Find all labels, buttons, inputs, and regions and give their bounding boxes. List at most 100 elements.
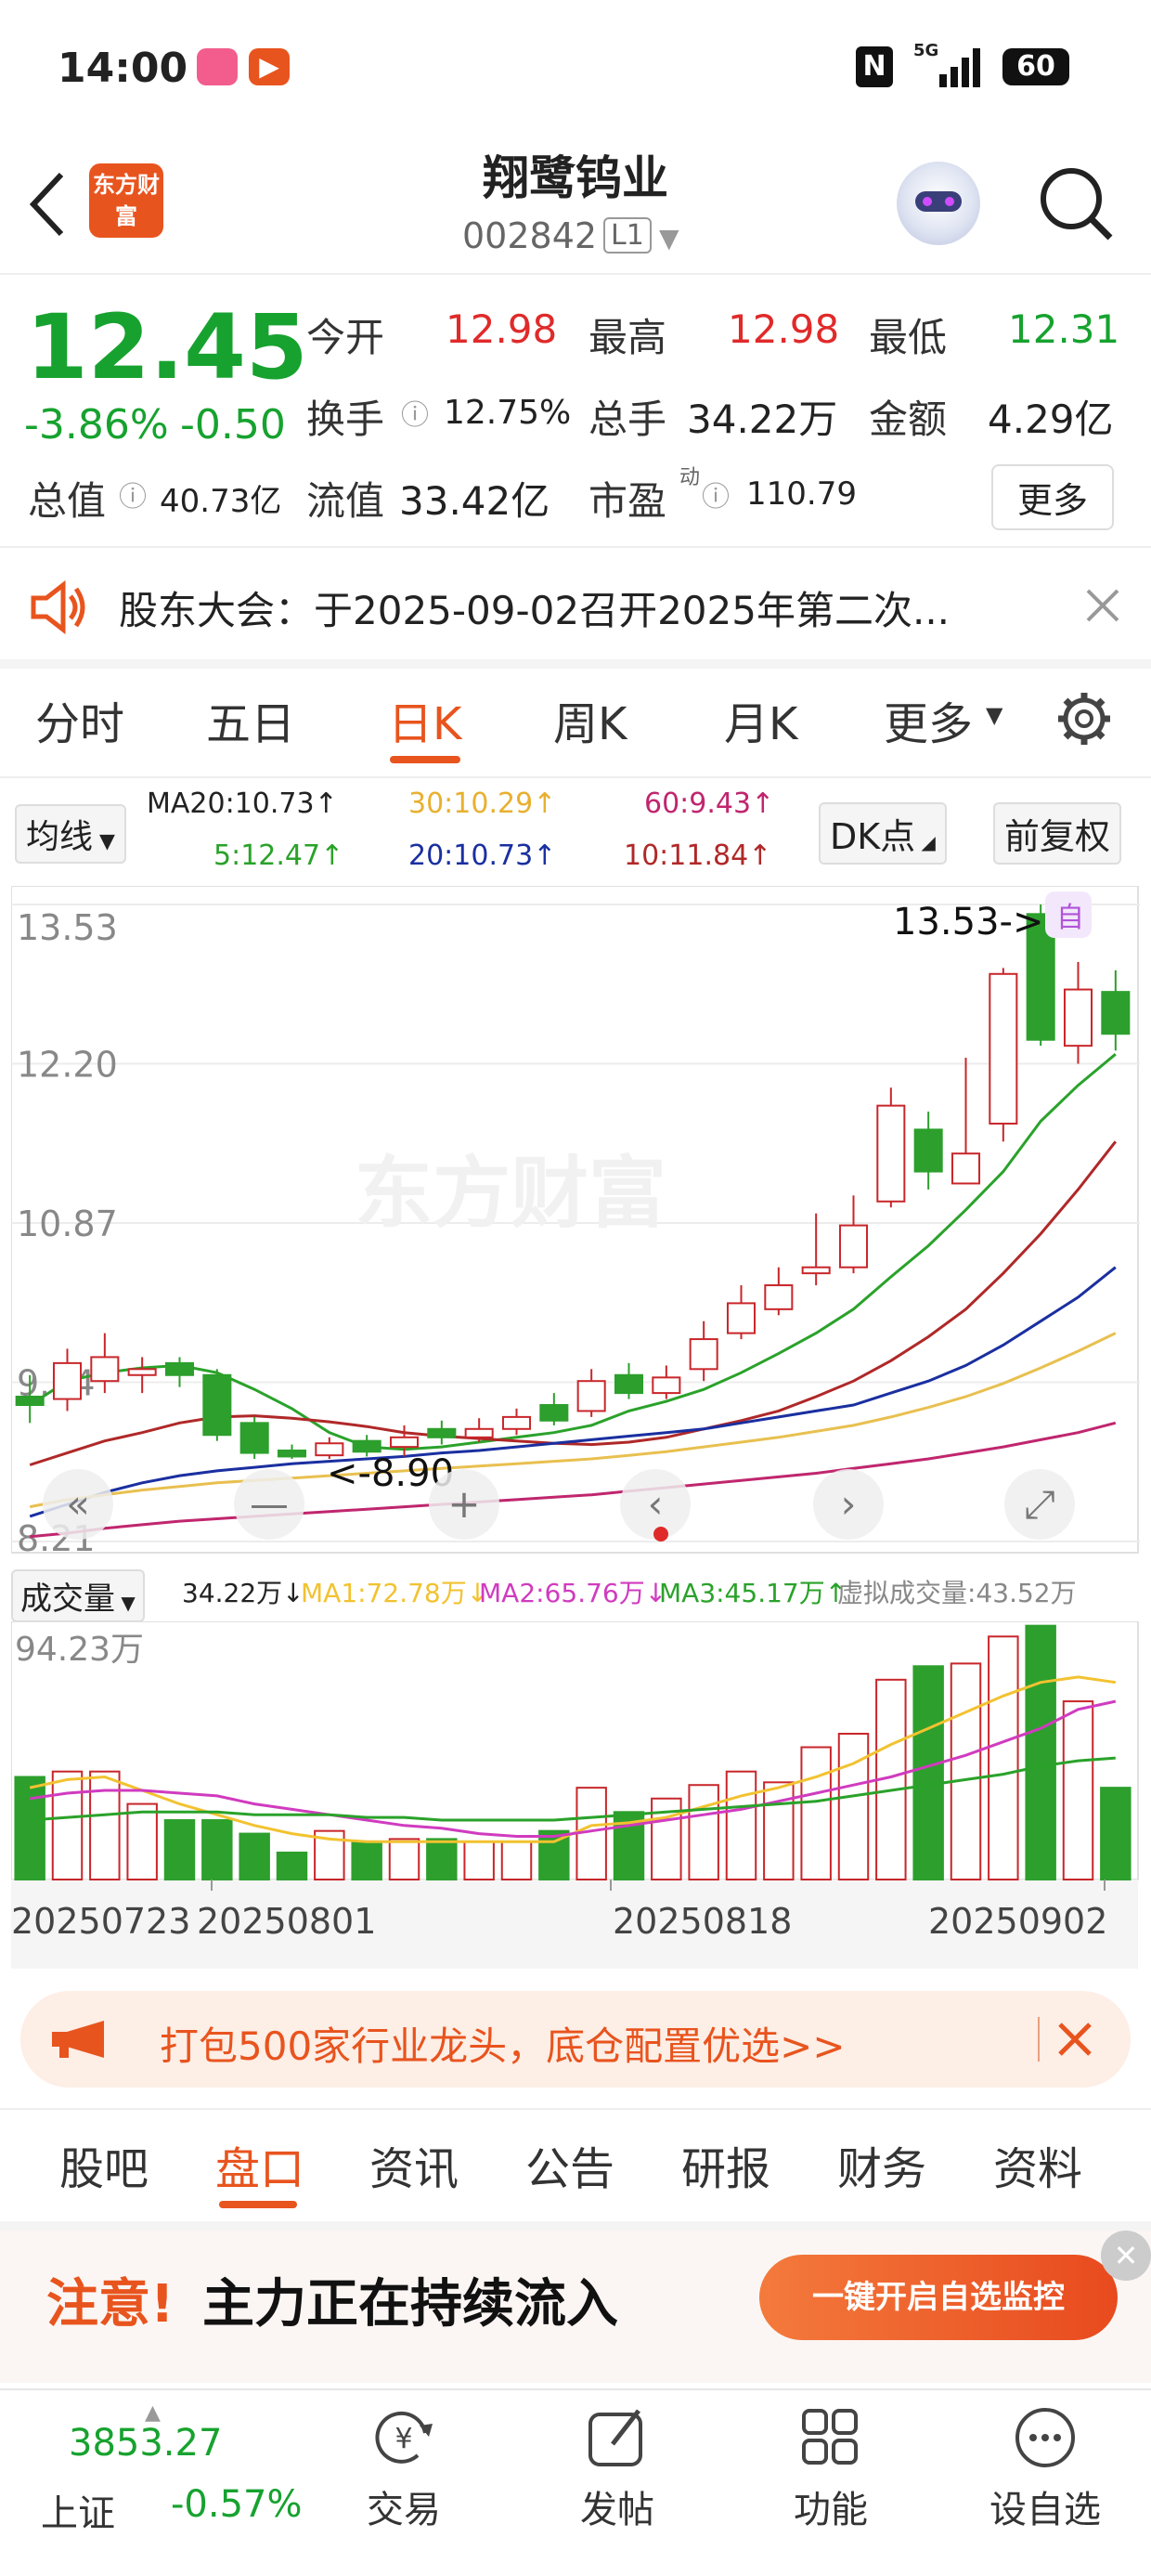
tab-zhouk[interactable]: 周K bbox=[553, 687, 627, 752]
close-icon[interactable] bbox=[1084, 587, 1121, 624]
volume-bar bbox=[126, 1802, 158, 1881]
volume-bar bbox=[163, 1819, 196, 1881]
candle-body bbox=[764, 1284, 794, 1310]
candle-body bbox=[539, 1404, 569, 1422]
pe-label: 市盈 bbox=[588, 478, 667, 524]
volume-bar bbox=[1100, 1787, 1132, 1880]
volume-bar bbox=[351, 1841, 382, 1880]
ma60-text: 60:9.43↑ bbox=[644, 787, 775, 820]
float-value: 33.42亿 bbox=[399, 478, 550, 524]
bottom-bar: ▲ 3853.27 上证 -0.57% ¥ 交易 发帖 功能 设自选 bbox=[0, 2388, 1151, 2576]
ad-banner[interactable]: 注意! 主力正在持续流入 一键开启自选监控 ✕ bbox=[0, 2231, 1151, 2383]
sub-tab-1[interactable]: 盘口 bbox=[215, 2132, 304, 2197]
promo-banner[interactable]: 打包500家行业龙头，底仓配置优选>> bbox=[20, 1991, 1131, 2088]
volume-bar bbox=[688, 1784, 719, 1880]
nfc-icon: N bbox=[856, 46, 893, 87]
float-label: 流值 bbox=[306, 478, 385, 524]
volume-value: 34.22万 bbox=[687, 397, 838, 442]
index-change[interactable]: -0.57% bbox=[171, 2483, 303, 2526]
tab-more[interactable]: 更多 bbox=[884, 687, 973, 752]
tab-rik[interactable]: 日K bbox=[388, 687, 461, 752]
ma-selector[interactable]: 均线 ▼ bbox=[15, 804, 126, 864]
current-price: 12.45 bbox=[26, 295, 308, 399]
settings-gear-icon[interactable] bbox=[1054, 689, 1114, 748]
function-button[interactable]: 功能 bbox=[770, 2405, 891, 2533]
sub-tab-2[interactable]: 资讯 bbox=[369, 2132, 459, 2197]
bilibili-icon bbox=[197, 48, 238, 85]
info-icon[interactable]: ⓘ bbox=[401, 392, 429, 433]
stock-code: 002842 bbox=[462, 215, 598, 256]
amount-label: 金额 bbox=[869, 397, 948, 442]
trade-button[interactable]: ¥ 交易 bbox=[343, 2405, 464, 2533]
subtabs-divider-top bbox=[0, 2108, 1151, 2110]
tab-wuri[interactable]: 五日 bbox=[206, 687, 295, 752]
ad-attention: 注意! bbox=[46, 2274, 175, 2335]
index-value[interactable]: 3853.27 bbox=[69, 2422, 222, 2465]
kline-chart[interactable]: 13.5312.2010.879.548.21东方财富13.53-><-8.90… bbox=[11, 886, 1140, 1555]
fq-button[interactable]: 前复权 bbox=[993, 802, 1122, 865]
tab-more-dropdown-icon: ▼ bbox=[986, 702, 1003, 728]
speaker-icon bbox=[31, 579, 85, 635]
change-amount: -0.50 bbox=[180, 401, 286, 449]
volume-now: 34.22万↓ bbox=[182, 1578, 304, 1608]
level-badge: L1 bbox=[603, 217, 652, 254]
volume-chart[interactable]: 94.23万 20250723 20250801 20250818 20250902 bbox=[11, 1621, 1140, 1969]
more-button[interactable]: 更多 bbox=[991, 464, 1115, 530]
sub-tab-3[interactable]: 公告 bbox=[525, 2132, 614, 2197]
promo-text: 打包500家行业龙头，底仓配置优选>> bbox=[160, 2023, 846, 2069]
index-name[interactable]: 上证 bbox=[41, 2483, 115, 2537]
kline-y-tick: 13.53 bbox=[17, 907, 118, 948]
volume-bar bbox=[89, 1770, 121, 1880]
tab-yuek[interactable]: 月K bbox=[724, 687, 797, 752]
pe-info-icon[interactable]: ⓘ bbox=[702, 474, 730, 514]
open-value: 12.98 bbox=[446, 306, 558, 352]
volume-bar bbox=[51, 1770, 84, 1880]
candle-body bbox=[501, 1415, 532, 1430]
candle-body bbox=[352, 1439, 382, 1453]
candle-body bbox=[15, 1395, 45, 1407]
candle-body bbox=[913, 1128, 943, 1173]
ad-close-icon[interactable]: ✕ bbox=[1101, 2231, 1151, 2281]
turnover-label: 换手 bbox=[306, 397, 385, 442]
code-dropdown-icon[interactable]: ▼ bbox=[659, 223, 679, 254]
volume-bar bbox=[800, 1746, 832, 1880]
sub-tab-4[interactable]: 研报 bbox=[681, 2132, 770, 2197]
candle-body bbox=[726, 1302, 757, 1334]
change-percent: -3.86% bbox=[24, 401, 169, 449]
candle-body bbox=[389, 1436, 420, 1449]
candle-body bbox=[202, 1373, 232, 1437]
trade-label: 交易 bbox=[367, 2489, 441, 2531]
mktcap-info-icon[interactable]: ⓘ bbox=[119, 474, 147, 514]
promo-close-icon[interactable] bbox=[1056, 2021, 1093, 2058]
candle-body bbox=[52, 1361, 83, 1400]
volume-bar bbox=[725, 1770, 757, 1880]
zoom-out-icon-glyph: — bbox=[250, 1481, 289, 1527]
post-button[interactable]: 发帖 bbox=[557, 2405, 678, 2533]
sub-tab-0[interactable]: 股吧 bbox=[59, 2132, 149, 2197]
search-icon[interactable] bbox=[1036, 163, 1116, 243]
dk-button[interactable]: DK点 ◢ bbox=[819, 802, 947, 865]
sub-tab-5[interactable]: 财务 bbox=[837, 2132, 926, 2197]
volume-bar bbox=[388, 1838, 420, 1880]
video-app-icon: ▶ bbox=[249, 48, 290, 85]
fullscreen-icon-glyph: ⤢ bbox=[1024, 1481, 1055, 1527]
notice-text[interactable]: 股东大会：于2025-09-02召开2025年第二次... bbox=[119, 579, 950, 636]
sub-tabs: 股吧 盘口 资讯 公告 研报 财务 资料 bbox=[0, 2132, 1151, 2206]
sub-tab-6[interactable]: 资料 bbox=[993, 2132, 1082, 2197]
candle-body bbox=[838, 1224, 869, 1268]
low-label: 最低 bbox=[869, 315, 948, 360]
candle-body bbox=[951, 1152, 981, 1185]
volume-indicator-selector[interactable]: 成交量 ▼ bbox=[11, 1569, 145, 1622]
robot-avatar[interactable] bbox=[897, 162, 980, 245]
tab-fenshi[interactable]: 分时 bbox=[35, 687, 124, 752]
volume-bar bbox=[239, 1832, 270, 1881]
add-watchlist-button[interactable]: 设自选 bbox=[980, 2405, 1110, 2533]
high-price-marker: 13.53-> bbox=[893, 901, 1043, 943]
volume-bar bbox=[500, 1841, 533, 1880]
volume-bar bbox=[1062, 1700, 1094, 1880]
active-tab-indicator bbox=[390, 756, 460, 763]
signal-icon bbox=[939, 48, 980, 87]
ad-monitor-button[interactable]: 一键开启自选监控 bbox=[759, 2255, 1118, 2340]
header-divider bbox=[0, 273, 1151, 275]
pe-sup: 动 bbox=[679, 466, 701, 489]
